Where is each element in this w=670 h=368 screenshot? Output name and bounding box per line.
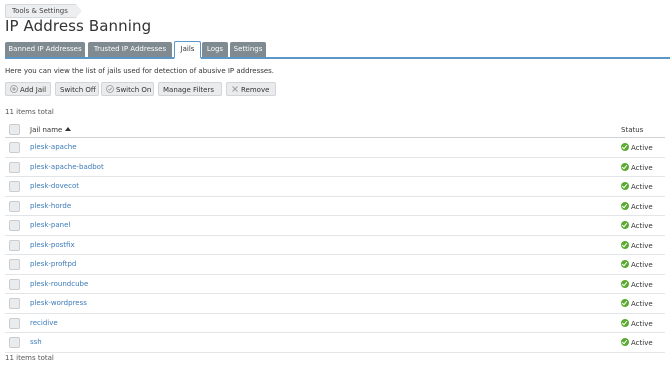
- jails-table: Jail name Status plesk-apache Active ples…: [5, 122, 665, 353]
- jail-name-link[interactable]: plesk-postfix: [30, 241, 75, 249]
- tab-bar: Banned IP Addresses Trusted IP Addresses…: [5, 41, 670, 59]
- breadcrumb[interactable]: Tools & Settings: [5, 4, 82, 18]
- check-circle-icon: [621, 221, 629, 229]
- manage-filters-label: Manage Filters: [163, 86, 215, 94]
- check-circle-icon: [621, 338, 629, 346]
- jail-name-link[interactable]: plesk-apache-badbot: [30, 163, 104, 171]
- page-title: IP Address Banning: [5, 17, 152, 35]
- status-badge: Active: [621, 143, 653, 152]
- row-checkbox[interactable]: [9, 200, 20, 212]
- add-jail-label: Add Jail: [20, 86, 47, 94]
- table-row: plesk-postfix Active: [5, 236, 665, 255]
- items-total-top: 11 items total: [5, 108, 54, 116]
- table-row: plesk-proftpd Active: [5, 255, 665, 275]
- row-checkbox[interactable]: [9, 278, 20, 290]
- jail-name-link[interactable]: plesk-panel: [30, 221, 70, 229]
- tab-trusted-ip-addresses[interactable]: Trusted IP Addresses: [88, 42, 172, 57]
- add-jail-button[interactable]: Add Jail: [5, 82, 51, 96]
- status-badge: Active: [621, 240, 653, 250]
- jail-name-link[interactable]: plesk-horde: [30, 202, 71, 210]
- add-icon: [10, 85, 18, 93]
- manage-filters-button[interactable]: Manage Filters: [158, 82, 222, 96]
- status-badge: Active: [621, 162, 653, 172]
- jail-name-link[interactable]: plesk-dovecot: [30, 182, 79, 190]
- row-checkbox[interactable]: [9, 317, 20, 329]
- table-row: plesk-apache-badbot Active: [5, 158, 665, 177]
- tab-banned-ip-addresses[interactable]: Banned IP Addresses: [5, 42, 85, 57]
- remove-icon: [232, 86, 238, 92]
- row-checkbox[interactable]: [9, 181, 20, 192]
- status-badge: Active: [621, 221, 653, 230]
- table-row: plesk-wordpress Active: [5, 294, 665, 314]
- row-checkbox[interactable]: [9, 298, 20, 309]
- row-checkbox[interactable]: [9, 337, 20, 348]
- status-label: Active: [631, 300, 653, 308]
- remove-button[interactable]: Remove: [226, 82, 276, 96]
- check-circle-icon: [621, 162, 629, 171]
- check-circle-icon: [621, 318, 629, 327]
- jail-name-link[interactable]: recidive: [30, 319, 58, 327]
- switch-off-label: Switch Off: [60, 86, 96, 94]
- jail-name-link[interactable]: plesk-apache: [30, 143, 77, 151]
- switch-off-button[interactable]: Switch Off: [55, 82, 99, 96]
- switch-on-label: Switch On: [116, 86, 152, 94]
- table-row: plesk-panel Active: [5, 216, 665, 236]
- row-checkbox[interactable]: [9, 239, 20, 251]
- row-checkbox[interactable]: [9, 161, 20, 173]
- status-label: Active: [631, 144, 653, 152]
- check-circle-icon: [106, 85, 114, 93]
- status-label: Active: [631, 163, 653, 172]
- status-badge: Active: [621, 201, 653, 211]
- check-circle-icon: [621, 182, 629, 190]
- column-jail-name[interactable]: Jail name: [30, 126, 72, 134]
- jail-name-link[interactable]: ssh: [30, 338, 42, 346]
- status-label: Active: [631, 319, 653, 328]
- tab-settings[interactable]: Settings: [230, 42, 266, 57]
- table-row: ssh Active: [5, 333, 665, 353]
- status-label: Active: [631, 202, 653, 211]
- check-circle-icon: [621, 260, 629, 268]
- status-label: Active: [631, 261, 653, 269]
- status-badge: Active: [621, 182, 653, 191]
- status-label: Active: [631, 241, 653, 250]
- table-header: Jail name Status: [5, 122, 665, 138]
- check-circle-icon: [621, 299, 629, 307]
- status-badge: Active: [621, 318, 653, 328]
- page-description: Here you can view the list of jails used…: [5, 67, 275, 75]
- check-circle-icon: [621, 201, 629, 210]
- column-status: Status: [621, 126, 644, 134]
- sort-ascending-icon: [65, 127, 72, 131]
- check-circle-icon: [621, 143, 629, 151]
- table-row: plesk-dovecot Active: [5, 177, 665, 197]
- select-all-checkbox[interactable]: [9, 124, 20, 135]
- status-label: Active: [631, 222, 653, 230]
- row-checkbox[interactable]: [9, 142, 20, 153]
- jail-name-link[interactable]: plesk-roundcube: [30, 280, 88, 288]
- check-circle-icon: [621, 240, 629, 249]
- breadcrumb-label[interactable]: Tools & Settings: [12, 7, 68, 15]
- status-badge: Active: [621, 338, 653, 347]
- row-checkbox[interactable]: [9, 220, 20, 231]
- table-row: plesk-horde Active: [5, 197, 665, 216]
- status-badge: Active: [621, 260, 653, 269]
- status-label: Active: [631, 183, 653, 191]
- table-body: plesk-apache Active plesk-apache-badbot Ac…: [5, 138, 665, 353]
- switch-on-button[interactable]: Switch On: [101, 82, 154, 96]
- table-row: plesk-apache Active: [5, 138, 665, 158]
- status-label: Active: [631, 339, 653, 347]
- table-row: plesk-roundcube Active: [5, 275, 665, 294]
- tab-jails[interactable]: Jails: [174, 41, 201, 59]
- items-total-bottom: 11 items total: [5, 354, 54, 362]
- column-jail-name-label: Jail name: [30, 126, 63, 134]
- row-checkbox[interactable]: [9, 259, 20, 270]
- status-label: Active: [631, 280, 653, 289]
- tab-logs[interactable]: Logs: [202, 42, 228, 57]
- table-row: recidive Active: [5, 314, 665, 333]
- remove-label: Remove: [241, 86, 270, 94]
- status-badge: Active: [621, 299, 653, 308]
- jail-name-link[interactable]: plesk-proftpd: [30, 260, 76, 268]
- status-badge: Active: [621, 279, 653, 289]
- check-circle-icon: [621, 279, 629, 288]
- jail-name-link[interactable]: plesk-wordpress: [30, 299, 87, 307]
